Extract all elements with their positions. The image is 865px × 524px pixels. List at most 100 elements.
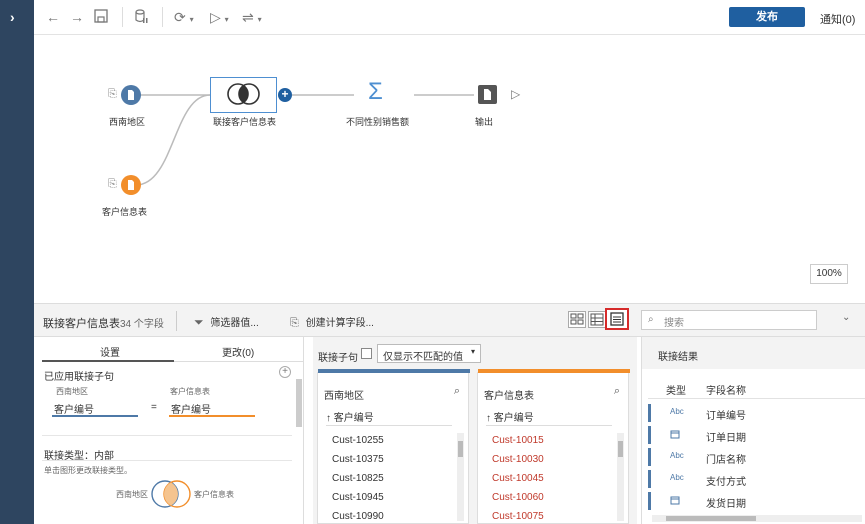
list-item[interactable]: Cust-10030 bbox=[492, 454, 544, 465]
row-marker bbox=[648, 448, 651, 466]
filter-button-label: 筛选器值... bbox=[210, 318, 259, 329]
list-item[interactable]: Cust-10255 bbox=[332, 435, 384, 446]
unmatched-label: 仅显示不匹配的值 bbox=[383, 352, 463, 363]
right-list-field[interactable]: ↑ 客户编号 bbox=[486, 409, 534, 424]
list-item[interactable]: Cust-10045 bbox=[492, 473, 544, 484]
notifications-link[interactable]: 通知(0) bbox=[820, 11, 855, 27]
list-view-button[interactable] bbox=[605, 308, 629, 330]
zoom-level[interactable]: 100% bbox=[810, 264, 848, 284]
add-step-plus-icon[interactable]: + bbox=[278, 88, 292, 102]
row-marker bbox=[648, 492, 651, 510]
settings-tabs: 设置 更改(0) bbox=[42, 340, 304, 362]
left-list-field[interactable]: ↑ 客户编号 bbox=[326, 409, 374, 424]
refresh-icon[interactable]: ⟳ ▾ bbox=[174, 9, 194, 28]
table-row[interactable]: 发货日期 bbox=[648, 490, 865, 512]
toolbar-divider bbox=[122, 7, 123, 27]
string-type-icon[interactable]: Abc bbox=[670, 451, 684, 460]
left-join-field[interactable]: 客户编号 bbox=[54, 401, 94, 416]
unmatched-dropdown[interactable]: 仅显示不匹配的值 ▾ bbox=[377, 344, 481, 363]
customer-node-label: 客户信息表 bbox=[102, 207, 148, 217]
save-icon[interactable] bbox=[94, 9, 108, 26]
field-name: 门店名称 bbox=[706, 455, 746, 466]
results-h-scrollbar[interactable] bbox=[652, 515, 862, 522]
file-icon bbox=[128, 90, 134, 100]
search-icon: ⌕ bbox=[648, 314, 654, 325]
field-count: 34 个字段 bbox=[120, 319, 164, 330]
column-name-header[interactable]: 字段名称 bbox=[706, 382, 746, 397]
search-icon[interactable]: ⌕ bbox=[454, 385, 460, 398]
forward-arrow-icon[interactable]: → bbox=[70, 9, 84, 25]
column-type-header[interactable]: 类型 bbox=[666, 382, 686, 397]
list-divider bbox=[326, 425, 452, 426]
table-row[interactable]: Abc 订单编号 bbox=[648, 402, 865, 424]
list-item[interactable]: Cust-10015 bbox=[492, 435, 544, 446]
create-calc-field-label: 创建计算字段... bbox=[305, 318, 374, 329]
join-clause-title: 联接子句 bbox=[318, 353, 358, 364]
output-node[interactable] bbox=[478, 85, 497, 104]
field-search[interactable]: ⌕ 搜索 bbox=[641, 310, 817, 330]
side-rail: › bbox=[0, 0, 34, 524]
join-type-hint: 单击图形更改联接类型。 bbox=[44, 466, 132, 475]
flow-connections bbox=[135, 94, 474, 186]
grid-view-button[interactable] bbox=[588, 311, 606, 328]
run-icon[interactable]: ▷ ▾ bbox=[210, 9, 229, 28]
run-output-icon[interactable]: ▷ bbox=[511, 87, 520, 101]
string-type-icon[interactable]: Abc bbox=[670, 473, 684, 482]
list-divider bbox=[486, 425, 612, 426]
left-list-scrollbar[interactable] bbox=[457, 433, 464, 521]
output-node-label: 输出 bbox=[475, 117, 494, 127]
southwest-node[interactable] bbox=[121, 85, 141, 105]
add-clause-plus-icon[interactable]: + bbox=[279, 366, 291, 378]
table-row[interactable]: Abc 门店名称 bbox=[648, 446, 865, 468]
date-type-icon[interactable] bbox=[670, 429, 680, 441]
tab-settings[interactable]: 设置 bbox=[100, 344, 120, 359]
right-list-table: 客户信息表 bbox=[484, 391, 534, 402]
search-icon[interactable]: ⌕ bbox=[614, 385, 620, 398]
table-row[interactable]: 订单日期 bbox=[648, 424, 865, 446]
publish-button[interactable]: 发布 bbox=[729, 7, 805, 27]
card-view-button[interactable] bbox=[568, 311, 586, 328]
settings-sliders-icon[interactable]: ⇌ ▾ bbox=[242, 9, 262, 28]
results-header: 联接结果 bbox=[642, 337, 865, 369]
list-item[interactable]: Cust-10945 bbox=[332, 492, 384, 503]
list-item[interactable]: Cust-10075 bbox=[492, 511, 544, 522]
toolbar-divider bbox=[162, 7, 163, 27]
step-title: 联接客户信息表 bbox=[43, 318, 120, 330]
date-type-icon[interactable] bbox=[670, 495, 680, 507]
venn-left-label: 西南地区 bbox=[116, 490, 148, 499]
back-arrow-icon[interactable]: ← bbox=[46, 9, 60, 25]
string-type-icon[interactable]: Abc bbox=[670, 407, 684, 416]
left-list-table: 西南地区 bbox=[324, 391, 364, 402]
right-join-field[interactable]: 客户编号 bbox=[171, 401, 211, 416]
right-list-scrollbar[interactable] bbox=[617, 433, 624, 521]
right-field-underline bbox=[169, 415, 255, 417]
toolbar: ← → ⟳ ▾ ▷ ▾ ⇌ ▾ 发布 通知(0) bbox=[34, 0, 865, 35]
list-item[interactable]: Cust-10825 bbox=[332, 473, 384, 484]
join-clause-pane: 联接子句 仅显示不匹配的值 ▾ 西南地区 ⌕ ↑ 客户编号 Cust-10255… bbox=[313, 337, 637, 524]
filter-button[interactable]: ⏷ 筛选器值... bbox=[194, 314, 259, 330]
row-marker bbox=[648, 404, 651, 422]
list-item[interactable]: Cust-10060 bbox=[492, 492, 544, 503]
scroll-thumb[interactable] bbox=[666, 516, 756, 521]
settings-scrollbar[interactable] bbox=[296, 379, 302, 427]
settings-pane: 设置 更改(0) 已应用联接子句 + 西南地区 客户信息表 客户编号 = 客户编… bbox=[34, 337, 304, 524]
list-item[interactable]: Cust-10375 bbox=[332, 454, 384, 465]
pause-data-icon[interactable] bbox=[134, 9, 148, 27]
tab-changes[interactable]: 更改(0) bbox=[222, 344, 254, 359]
create-calc-field-button[interactable]: ⎘ 创建计算字段... bbox=[290, 314, 374, 330]
sigma-aggregate-icon[interactable]: Σ bbox=[368, 79, 383, 105]
scroll-thumb[interactable] bbox=[618, 441, 623, 457]
list-item[interactable]: Cust-10990 bbox=[332, 511, 384, 522]
customer-node[interactable] bbox=[121, 175, 141, 195]
table-row[interactable]: Abc 支付方式 bbox=[648, 468, 865, 490]
field-name: 订单日期 bbox=[706, 433, 746, 444]
join-node[interactable] bbox=[210, 77, 277, 113]
unmatched-checkbox[interactable] bbox=[361, 348, 372, 359]
left-values-list: 西南地区 ⌕ ↑ 客户编号 Cust-10255 Cust-10375 Cust… bbox=[317, 369, 470, 524]
venn-join-type-icon[interactable] bbox=[146, 478, 196, 510]
expand-chevron-icon[interactable]: › bbox=[10, 9, 15, 25]
dropdown-arrow-icon: ▾ bbox=[470, 347, 475, 356]
collapse-chevron-icon[interactable]: ⌄ bbox=[842, 312, 850, 323]
scroll-thumb[interactable] bbox=[458, 441, 463, 457]
grid-view-icon bbox=[590, 313, 604, 326]
